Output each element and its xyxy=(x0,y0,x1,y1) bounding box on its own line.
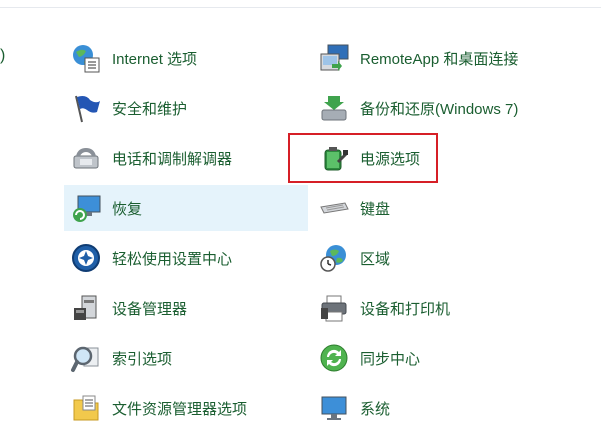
item-label: 轻松使用设置中心 xyxy=(112,250,233,268)
recovery-monitor-icon xyxy=(68,190,104,226)
item-label: 电话和调制解调器 xyxy=(112,150,233,168)
item-remoteapp[interactable]: RemoteApp 和桌面连接 xyxy=(312,35,552,81)
item-backup-restore[interactable]: 备份和还原(Windows 7) xyxy=(312,85,552,131)
item-sync-center[interactable]: 同步中心 xyxy=(312,335,552,381)
item-power-options[interactable]: 电源选项 xyxy=(312,135,552,181)
globe-list-icon xyxy=(68,40,104,76)
flag-icon xyxy=(68,90,104,126)
system-monitor-icon xyxy=(316,390,352,426)
item-label: 索引选项 xyxy=(112,350,173,368)
item-recovery[interactable]: 恢复 xyxy=(64,185,308,231)
item-label: 设备管理器 xyxy=(112,300,188,318)
magnifier-icon xyxy=(68,340,104,376)
phone-modem-icon xyxy=(68,140,104,176)
item-ease-of-access[interactable]: 轻松使用设置中心 xyxy=(64,235,308,281)
item-system[interactable]: 系统 xyxy=(312,385,552,431)
item-label: 区域 xyxy=(360,250,391,268)
item-phone-modem[interactable]: 电话和调制解调器 xyxy=(64,135,308,181)
item-indexing-options[interactable]: 索引选项 xyxy=(64,335,308,381)
item-keyboard[interactable]: 键盘 xyxy=(312,185,552,231)
item-label: RemoteApp 和桌面连接 xyxy=(360,50,519,68)
cut-off-item-text: ) xyxy=(0,47,6,64)
item-label: 电源选项 xyxy=(360,150,421,168)
item-label: 备份和还原(Windows 7) xyxy=(360,100,519,118)
item-label: 同步中心 xyxy=(360,350,421,368)
item-internet-options[interactable]: Internet 选项 xyxy=(64,35,308,81)
backup-restore-icon xyxy=(316,90,352,126)
folder-options-icon xyxy=(68,390,104,426)
ease-of-access-icon xyxy=(68,240,104,276)
sync-icon xyxy=(316,340,352,376)
globe-clock-icon xyxy=(316,240,352,276)
item-label: 设备和打印机 xyxy=(360,300,451,318)
item-label: Internet 选项 xyxy=(112,50,198,68)
battery-plug-icon xyxy=(316,140,352,176)
item-label: 键盘 xyxy=(360,200,391,218)
item-file-explorer-options[interactable]: 文件资源管理器选项 xyxy=(64,385,308,431)
item-label: 系统 xyxy=(360,400,391,418)
printer-icon xyxy=(316,290,352,326)
top-divider xyxy=(0,7,601,8)
item-label: 文件资源管理器选项 xyxy=(112,400,248,418)
item-security-maintenance[interactable]: 安全和维护 xyxy=(64,85,308,131)
item-devices-printers[interactable]: 设备和打印机 xyxy=(312,285,552,331)
item-label: 恢复 xyxy=(112,200,143,218)
item-label: 安全和维护 xyxy=(112,100,188,118)
item-region[interactable]: 区域 xyxy=(312,235,552,281)
keyboard-icon xyxy=(316,190,352,226)
remote-desktop-icon xyxy=(316,40,352,76)
device-manager-icon xyxy=(68,290,104,326)
item-device-manager[interactable]: 设备管理器 xyxy=(64,285,308,331)
